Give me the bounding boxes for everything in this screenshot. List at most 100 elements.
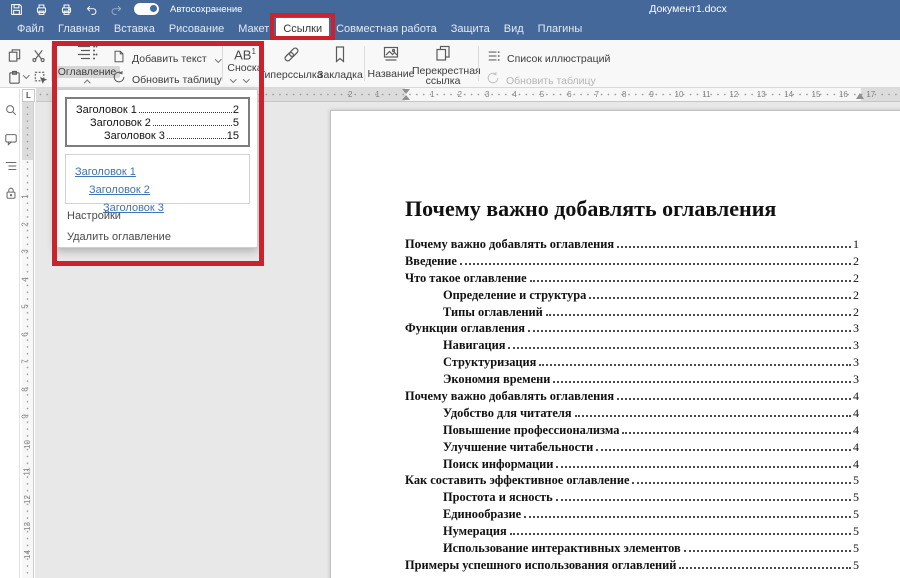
toc-entry[interactable]: Что такое оглавление2 [405,271,859,288]
tab-home[interactable]: Главная [51,18,107,40]
caption-label: Название [368,68,415,80]
vertical-ruler[interactable]: 1234567891011121314 [22,102,34,578]
ruler-number: 11 [23,467,32,475]
ruler-number: 1 [430,90,434,99]
ruler-number: 5 [540,90,544,99]
toc-entry[interactable]: Как составить эффективное оглавление5 [405,473,859,490]
caption-button[interactable]: Название [368,45,414,80]
tab-collaboration[interactable]: Совместная работа [329,18,444,40]
save-icon[interactable] [9,2,23,16]
hyperlink-icon [282,45,301,69]
toc-entry[interactable]: Введение2 [405,254,859,271]
toc-entry[interactable]: Определение и структура2 [405,288,859,305]
undo-icon[interactable] [84,2,98,16]
separator [51,46,52,81]
toc-entry[interactable]: Поиск информации4 [405,457,859,474]
print-icon[interactable] [34,2,48,16]
update-table-button[interactable]: Обновить таблицу [112,70,235,89]
ruler-number: 12 [23,495,32,504]
tab-plugins[interactable]: Плагины [531,18,590,40]
indent-marker-left[interactable] [402,89,410,100]
ruler-number: 12 [729,90,738,99]
ruler-ticks [22,102,33,578]
tab-file[interactable]: Файл [10,18,51,40]
toc-entry[interactable]: Почему важно добавлять оглавления4 [405,389,859,406]
ruler-number: 14 [23,550,32,559]
toc-entry[interactable]: Почему важно добавлять оглавления1 [405,237,859,254]
indent-marker-right[interactable] [856,93,864,99]
copy-icon[interactable] [4,45,24,65]
select-icon[interactable] [30,67,50,87]
tab-references[interactable]: Ссылки [276,18,329,40]
quick-print-icon[interactable] [59,2,73,16]
paste-icon[interactable] [4,67,24,87]
toc-entry[interactable]: Удобство для читателя4 [405,406,859,423]
autosave-toggle[interactable] [134,3,159,15]
search-icon[interactable] [3,102,18,117]
toc-entry[interactable]: Улучшение читабельности4 [405,440,859,457]
preview-entry: Заголовок 1 [75,162,240,180]
figures-list-button[interactable]: Список иллюстраций [486,49,610,68]
tab-protection[interactable]: Защита [444,18,497,40]
ruler-number: 4 [21,277,30,281]
ruler-number: 3 [485,90,489,99]
toc-entry[interactable]: Примеры успешного использования оглавлен… [405,558,859,575]
document-toc[interactable]: Почему важно добавлять оглавления1Введен… [405,237,859,575]
bookmark-label: Закладка [317,69,363,81]
comments-icon[interactable] [3,131,18,146]
toc-entry[interactable]: Навигация3 [405,338,859,355]
ruler-number: 5 [21,304,30,308]
cross-reference-label: Перекрестная ссылка [412,67,474,86]
footnote-button[interactable]: AB1 Сноска [226,45,264,82]
toc-entry[interactable]: Нумерация5 [405,524,859,541]
ruler-number: 13 [757,90,766,99]
hyperlink-button[interactable]: Гиперссылка [266,45,316,81]
tab-view[interactable]: Вид [497,18,531,40]
toc-settings-item[interactable]: Настройки [67,210,121,222]
toc-entry[interactable]: Повышение профессионализма4 [405,423,859,440]
toc-entry[interactable]: Использование интерактивных элементов5 [405,541,859,558]
toc-style-classic[interactable]: Заголовок 12Заголовок 25Заголовок 315 [65,97,250,147]
ruler-number: 4 [512,90,516,99]
add-text-button[interactable]: Добавить текст [112,49,220,69]
figures-list-icon [486,49,501,68]
tab-stop-selector[interactable]: L [22,89,35,102]
document-title: Документ1.docx [649,3,727,15]
toc-style-links[interactable]: Заголовок 1Заголовок 2Заголовок 3 [65,154,250,204]
toc-remove-item[interactable]: Удалить оглавление [67,231,171,243]
toc-entry[interactable]: Функции оглавления3 [405,321,859,338]
protection-icon[interactable] [3,185,18,200]
ruler-number: 14 [784,90,793,99]
toc-icon [75,43,99,66]
ruler-number: 10 [23,440,32,449]
tab-layout[interactable]: Макет [231,18,276,40]
tab-draw[interactable]: Рисование [162,18,231,40]
chevron-up-icon [84,80,90,86]
bookmark-button[interactable]: Закладка [318,45,362,81]
toc-entry[interactable]: Экономия времени3 [405,372,859,389]
redo-icon[interactable] [109,2,123,16]
ruler-number: 11 [702,90,710,99]
preview-entry: Заголовок 2 [75,180,240,198]
toc-entry[interactable]: Единообразие5 [405,507,859,524]
chevron-down-icon [215,56,221,62]
ruler-number: 8 [21,387,30,391]
cross-reference-button[interactable]: Перекрестная ссылка [412,45,474,86]
ruler-number: 6 [567,90,571,99]
paste-chevron-icon[interactable] [23,72,29,78]
toc-button-label: Оглавление [54,66,121,78]
toc-entry[interactable]: Типы оглавлений2 [405,305,859,322]
tab-insert[interactable]: Вставка [107,18,162,40]
cut-icon[interactable] [28,45,48,65]
app-window: Автосохранение Документ1.docx ФайлГлавна… [0,0,900,578]
toc-entry[interactable]: Простота и ясность5 [405,490,859,507]
left-sidebar [0,89,20,578]
toc-entry[interactable]: Структуризация3 [405,355,859,372]
preview-entry: Заголовок 315 [76,130,239,143]
headings-icon[interactable] [3,158,18,173]
document-page[interactable]: Почему важно добавлять оглавления Почему… [330,110,900,578]
table-of-contents-button[interactable]: Оглавление [57,43,117,86]
tab-bar: ФайлГлавнаяВставкаРисованиеМакетСсылкиСо… [0,18,900,40]
ruler-number: 2 [458,90,462,99]
ruler-number: 9 [649,90,653,99]
